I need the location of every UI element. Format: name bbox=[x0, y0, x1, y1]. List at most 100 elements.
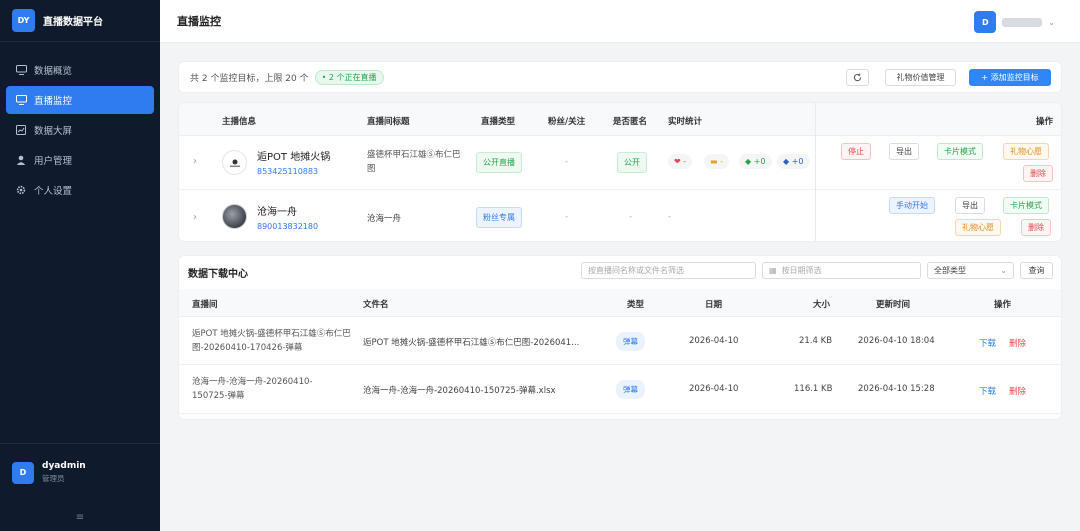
page-title: 直播监控 bbox=[177, 15, 221, 28]
sticky-column-divider bbox=[815, 103, 816, 241]
monitor-icon bbox=[15, 64, 27, 76]
gift-value-management-button[interactable]: 礼物价值管理 bbox=[885, 69, 956, 86]
delete-link[interactable]: 删除 bbox=[1009, 337, 1026, 349]
refresh-button[interactable] bbox=[846, 69, 869, 86]
user-role: 管理员 bbox=[42, 474, 65, 483]
monitor-table: 主播信息 直播间标题 直播类型 粉丝/关注 是否匿名 实时统计 操作 › 逅PO… bbox=[178, 102, 1062, 242]
coins-stat: ▬ - bbox=[704, 154, 729, 169]
sidebar-item-label: 数据概览 bbox=[34, 66, 73, 77]
delete-button[interactable]: 删除 bbox=[1023, 165, 1053, 182]
download-center: 数据下载中心 按直播间名称或文件名筛选 ▦ 按日期筛选 全部类型 ⌄ 查询 直播… bbox=[178, 255, 1062, 420]
expand-row-icon[interactable]: › bbox=[193, 156, 197, 167]
top-header: 直播监控 D ⌄ bbox=[160, 0, 1080, 43]
room-name: 逅POT 地摊火锅-盛德杯甲石江雄Ⓢ布仁巴图-20260410-170426-弹… bbox=[192, 329, 351, 353]
col-fans: 粉丝/关注 bbox=[548, 117, 586, 127]
brand-title: 直播数据平台 bbox=[43, 17, 103, 28]
expand-row-icon[interactable]: › bbox=[193, 212, 197, 223]
calendar-icon: ▦ bbox=[769, 266, 777, 275]
live-count-badge: • 2 个正在直播 bbox=[314, 69, 384, 85]
col-filename: 文件名 bbox=[363, 300, 389, 310]
col-operations: 操作 bbox=[1036, 117, 1054, 127]
sidebar: DY 直播数据平台 数据概览 直播监控 数据大屏 用户管理 个人设置 D dya… bbox=[0, 0, 160, 531]
col-live-type: 直播类型 bbox=[481, 117, 516, 127]
type-badge: 弹幕 bbox=[616, 380, 645, 399]
col-size: 大小 bbox=[813, 300, 831, 310]
col-date: 日期 bbox=[705, 300, 723, 310]
download-link[interactable]: 下载 bbox=[979, 385, 996, 397]
header-user-menu[interactable]: D ⌄ bbox=[974, 11, 1055, 33]
sidebar-item-dashboard[interactable]: 数据大屏 bbox=[6, 116, 154, 144]
sidebar-item-settings[interactable]: 个人设置 bbox=[6, 176, 154, 204]
col-operations: 操作 bbox=[994, 300, 1012, 310]
manual-start-button[interactable]: 手动开始 bbox=[889, 197, 935, 214]
delete-link[interactable]: 删除 bbox=[1009, 385, 1026, 397]
user-name-redacted bbox=[1002, 17, 1043, 27]
refresh-icon bbox=[853, 73, 862, 82]
sidebar-item-label: 数据大屏 bbox=[34, 126, 73, 137]
sidebar-user[interactable]: D dyadmin 管理员 bbox=[0, 443, 160, 491]
sidebar-item-label: 用户管理 bbox=[34, 156, 73, 167]
room-name: 沧海一舟-沧海一舟-20260410-150725-弹幕 bbox=[192, 377, 313, 401]
monitor-summary: 共 2 个监控目标，上限 20 个 bbox=[190, 73, 309, 84]
type-select[interactable]: 全部类型 ⌄ bbox=[927, 262, 1014, 279]
file-date: 2026-04-10 bbox=[689, 384, 739, 394]
query-button[interactable]: 查询 bbox=[1020, 262, 1053, 279]
room-title: 沧海一舟 bbox=[367, 214, 402, 224]
chevron-down-icon: ⌄ bbox=[1000, 266, 1007, 275]
export-button[interactable]: 导出 bbox=[889, 143, 919, 160]
chevron-down-icon: ⌄ bbox=[1048, 17, 1055, 27]
date-filter-input[interactable]: ▦ 按日期筛选 bbox=[762, 262, 921, 279]
chart-icon bbox=[15, 124, 27, 136]
card-mode-button[interactable]: 卡片模式 bbox=[1003, 197, 1049, 214]
streamer-id[interactable]: 853425110883 bbox=[257, 167, 318, 176]
download-table-header: 直播间 文件名 类型 日期 大小 更新时间 操作 bbox=[179, 289, 1061, 317]
blue-gift-stat: ◆ +0 bbox=[777, 154, 810, 169]
room-title: 盛德杯甲石江雄Ⓢ布仁巴图 bbox=[367, 150, 461, 174]
file-size: 21.4 KB bbox=[799, 336, 833, 346]
col-type: 类型 bbox=[627, 300, 645, 310]
col-room: 直播间 bbox=[192, 300, 218, 310]
type-badge: 弹幕 bbox=[616, 332, 645, 351]
streamer-name: 逅POT 地摊火锅 bbox=[257, 152, 331, 163]
monitor-icon bbox=[15, 94, 27, 106]
card-mode-button[interactable]: 卡片模式 bbox=[937, 143, 983, 160]
live-type-tag: 粉丝专属 bbox=[476, 207, 522, 228]
monitor-toolbar: 共 2 个监控目标，上限 20 个 • 2 个正在直播 礼物价值管理 + 添加监… bbox=[178, 61, 1062, 93]
green-gift-stat: ◆ +0 bbox=[739, 154, 772, 169]
anonymous-tag: 公开 bbox=[617, 152, 647, 173]
file-name: 沧海一舟-沧海一舟-20260410-150725-弹幕.xlsx bbox=[363, 386, 556, 396]
table-row: 沧海一舟-沧海一舟-20260410-150725-弹幕 沧海一舟-沧海一舟-2… bbox=[179, 366, 1061, 414]
avatar: D bbox=[974, 11, 997, 33]
download-center-title: 数据下载中心 bbox=[188, 269, 248, 280]
filename-filter-input[interactable]: 按直播间名称或文件名筛选 bbox=[581, 262, 756, 279]
add-monitor-target-button[interactable]: + 添加监控目标 bbox=[969, 69, 1051, 86]
streamer-avatar bbox=[222, 150, 247, 175]
stop-button[interactable]: 停止 bbox=[841, 143, 871, 160]
streamer-name: 沧海一舟 bbox=[257, 207, 297, 218]
download-link[interactable]: 下载 bbox=[979, 337, 996, 349]
sidebar-nav: 数据概览 直播监控 数据大屏 用户管理 个人设置 bbox=[0, 42, 160, 204]
sidebar-item-overview[interactable]: 数据概览 bbox=[6, 56, 154, 84]
gift-wish-button[interactable]: 礼物心愿 bbox=[1003, 143, 1049, 160]
file-updated: 2026-04-10 15:28 bbox=[858, 384, 935, 394]
date-filter-placeholder: 按日期筛选 bbox=[781, 266, 822, 275]
sidebar-item-label: 个人设置 bbox=[34, 186, 73, 197]
gift-wish-button[interactable]: 礼物心愿 bbox=[955, 219, 1001, 236]
collapse-menu-icon[interactable]: ≡ bbox=[0, 512, 160, 523]
export-button[interactable]: 导出 bbox=[955, 197, 985, 214]
table-header: 主播信息 直播间标题 直播类型 粉丝/关注 是否匿名 实时统计 操作 bbox=[179, 103, 1061, 136]
live-type-tag: 公开直播 bbox=[476, 152, 522, 173]
avatar: D bbox=[12, 461, 34, 484]
col-streamer: 主播信息 bbox=[222, 117, 257, 127]
sidebar-item-live-monitor[interactable]: 直播监控 bbox=[6, 86, 154, 114]
streamer-id[interactable]: 890013832180 bbox=[257, 222, 318, 231]
fans-value: - bbox=[565, 212, 569, 222]
table-row: › 逅POT 地摊火锅 853425110883 盛德杯甲石江雄Ⓢ布仁巴图 公开… bbox=[179, 136, 1061, 190]
table-row: 逅POT 地摊火锅-盛德杯甲石江雄Ⓢ布仁巴图-20260410-170426-弹… bbox=[179, 317, 1061, 365]
delete-button[interactable]: 删除 bbox=[1021, 219, 1051, 236]
col-anonymous: 是否匿名 bbox=[613, 117, 648, 127]
streamer-avatar bbox=[222, 204, 247, 229]
file-updated: 2026-04-10 18:04 bbox=[858, 336, 935, 346]
sidebar-item-users[interactable]: 用户管理 bbox=[6, 146, 154, 174]
brand: DY 直播数据平台 bbox=[0, 0, 160, 42]
